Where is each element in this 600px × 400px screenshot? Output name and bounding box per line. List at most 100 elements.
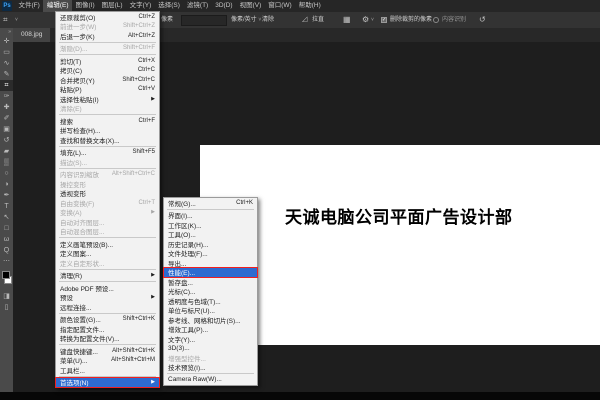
preferences-submenu-item-6[interactable]: 导出... <box>164 258 257 268</box>
edit-menu-item-32[interactable]: 键盘快捷键...Alt+Shift+Ctrl+K <box>56 346 159 356</box>
preferences-submenu-item-4[interactable]: 历史记录(H)... <box>164 239 257 249</box>
preferences-submenu-item-14[interactable]: 文字(Y)... <box>164 334 257 344</box>
menubar-item-9[interactable]: 窗口(W) <box>265 0 295 12</box>
resolution-input[interactable] <box>181 15 227 26</box>
edit-menu-item-0[interactable]: 还原裁剪(O)Ctrl+Z <box>56 12 159 22</box>
tool-preset-chevron-icon[interactable]: ˅ <box>15 12 18 28</box>
straighten-button[interactable]: 拉直 <box>312 12 324 28</box>
path-selection-tool-icon[interactable]: ↖ <box>0 212 13 223</box>
edit-menu-item-3[interactable]: 渐隐(D)...Shift+Ctrl+F <box>56 44 159 54</box>
hand-tool-icon[interactable]: ω <box>0 234 13 245</box>
edit-menu-item-4[interactable]: 剪切(T)Ctrl+X <box>56 56 159 66</box>
edit-menu-item-21[interactable]: 自动混合图层... <box>56 227 159 237</box>
edit-menu-item-25[interactable]: 清理(R)▶ <box>56 271 159 281</box>
preferences-submenu-item-5[interactable]: 文件处理(F)... <box>164 249 257 259</box>
lasso-tool-icon[interactable]: ∿ <box>0 58 13 69</box>
quick-selection-tool-icon[interactable]: ✎ <box>0 69 13 80</box>
menubar-item-0[interactable]: 文件(F) <box>15 0 43 12</box>
edit-menu-item-22[interactable]: 定义画笔预设(B)... <box>56 239 159 249</box>
type-tool-icon[interactable]: T <box>0 201 13 212</box>
preferences-submenu-item-3[interactable]: 工具(O)... <box>164 230 257 240</box>
edit-menu-item-26[interactable]: Adobe PDF 预设... <box>56 283 159 293</box>
menubar-item-7[interactable]: 3D(D) <box>212 0 236 12</box>
edit-menu-item-14[interactable]: 描边(S)... <box>56 157 159 167</box>
preferences-submenu-item-0[interactable]: 常规(G)...Ctrl+K <box>164 198 257 208</box>
edit-menu-item-28[interactable]: 远程连接... <box>56 302 159 312</box>
preferences-submenu-item-12[interactable]: 参考线、网格和切片(S)... <box>164 315 257 325</box>
edit-menu-item-10[interactable]: 搜索Ctrl+F <box>56 116 159 126</box>
menubar-item-8[interactable]: 视图(V) <box>236 0 265 12</box>
edit-menu-item-19[interactable]: 变换(A)▶ <box>56 208 159 218</box>
document-tab[interactable]: 008.jpg <box>13 28 50 42</box>
edit-menu-item-5[interactable]: 拷贝(C)Ctrl+C <box>56 66 159 76</box>
clear-button[interactable]: 清除 <box>262 12 274 28</box>
content-aware-checkbox[interactable] <box>433 17 439 23</box>
edit-menu-item-30[interactable]: 指定配置文件... <box>56 324 159 334</box>
delete-cropped-pixels-checkbox[interactable]: ✓ <box>381 17 387 23</box>
zoom-tool-icon[interactable]: Q <box>0 245 13 256</box>
edit-menu-item-9[interactable]: 清除(E) <box>56 104 159 114</box>
edit-menu-item-16[interactable]: 操控变形 <box>56 179 159 189</box>
preferences-submenu-item-15[interactable]: 3D(3)... <box>164 344 257 354</box>
preferences-submenu-item-11[interactable]: 单位与标尺(U)... <box>164 306 257 316</box>
eraser-tool-icon[interactable]: ▰ <box>0 146 13 157</box>
move-tool-icon[interactable]: ✛ <box>0 36 13 47</box>
edit-menu-item-34[interactable]: 工具栏... <box>56 365 159 375</box>
edit-menu-item-1[interactable]: 前进一步(W)Shift+Ctrl+Z <box>56 22 159 32</box>
delete-cropped-pixels-label[interactable]: 删除裁剪的像素 <box>390 12 432 28</box>
more-tools-tool-icon[interactable]: ⋯ <box>0 256 13 267</box>
preferences-submenu-item-2[interactable]: 工作区(K)... <box>164 220 257 230</box>
toolbar-collapse-icon[interactable]: » <box>0 28 13 36</box>
edit-menu-item-11[interactable]: 拼写检查(H)... <box>56 126 159 136</box>
eyedropper-tool-icon[interactable]: ✑ <box>0 91 13 102</box>
edit-menu-item-8[interactable]: 选择性粘贴(I)▶ <box>56 94 159 104</box>
preferences-submenu-item-16[interactable]: 增强型控件... <box>164 353 257 363</box>
dodge-tool-icon[interactable]: ◑ <box>0 179 13 190</box>
preferences-submenu-item-17[interactable]: 技术预览(I)... <box>164 363 257 373</box>
edit-menu-item-23[interactable]: 定义图案... <box>56 249 159 259</box>
gradient-tool-icon[interactable]: ▒ <box>0 157 13 168</box>
pen-tool-icon[interactable]: ✒ <box>0 190 13 201</box>
color-swatches[interactable] <box>0 269 13 291</box>
edit-menu-item-24[interactable]: 定义自定形状... <box>56 258 159 268</box>
brush-tool-icon[interactable]: ✐ <box>0 113 13 124</box>
preferences-submenu-item-7[interactable]: 性能(E)... <box>164 268 257 278</box>
menubar-item-6[interactable]: 滤镜(T) <box>183 0 211 12</box>
edit-menu-item-29[interactable]: 颜色设置(G)...Shift+Ctrl+K <box>56 315 159 325</box>
content-aware-label[interactable]: 内容识别 <box>442 12 466 28</box>
blur-tool-icon[interactable]: ○ <box>0 168 13 179</box>
edit-menu-item-7[interactable]: 粘贴(P)Ctrl+V <box>56 85 159 95</box>
edit-menu-item-35[interactable]: 首选项(N)▶ <box>56 378 159 388</box>
edit-menu-item-6[interactable]: 合并拷贝(Y)Shift+Ctrl+C <box>56 75 159 85</box>
marquee-tool-icon[interactable]: ▭ <box>0 47 13 58</box>
edit-menu-item-33[interactable]: 菜单(U)...Alt+Shift+Ctrl+M <box>56 356 159 366</box>
edit-menu-item-12[interactable]: 查找和替换文本(X)... <box>56 135 159 145</box>
preferences-submenu-item-10[interactable]: 透明度与色域(T)... <box>164 296 257 306</box>
crop-settings-gear-icon[interactable]: ⚙ <box>362 12 369 28</box>
edit-menu-item-15[interactable]: 内容识别缩放Alt+Shift+Ctrl+C <box>56 170 159 180</box>
spot-healing-tool-icon[interactable]: ✚ <box>0 102 13 113</box>
quick-mask-tool-icon[interactable]: ◨ <box>0 291 13 302</box>
edit-menu-item-18[interactable]: 自由变换(F)Ctrl+T <box>56 198 159 208</box>
crop-tool-icon[interactable]: ⌗ <box>0 80 13 91</box>
preferences-submenu-item-8[interactable]: 暂存盘... <box>164 277 257 287</box>
preferences-submenu-item-13[interactable]: 增效工具(P)... <box>164 325 257 335</box>
gear-chevron-icon[interactable]: ˅ <box>371 12 374 28</box>
edit-menu-item-31[interactable]: 转换为配置文件(V)... <box>56 334 159 344</box>
menubar-item-10[interactable]: 帮助(H) <box>295 0 324 12</box>
history-brush-tool-icon[interactable]: ↺ <box>0 135 13 146</box>
edit-menu-item-20[interactable]: 自动对齐图层... <box>56 217 159 227</box>
edit-menu-item-27[interactable]: 预设▶ <box>56 293 159 303</box>
edit-menu-item-17[interactable]: 透视变形 <box>56 189 159 199</box>
edit-menu-item-2[interactable]: 后退一步(K)Alt+Ctrl+Z <box>56 31 159 41</box>
screen-mode-tool-icon[interactable]: ▯ <box>0 302 13 313</box>
foreground-color-swatch[interactable] <box>2 271 10 279</box>
overlay-options-icon[interactable]: ▦ <box>343 12 351 28</box>
preferences-submenu-item-1[interactable]: 界面(I)... <box>164 211 257 221</box>
shape-tool-icon[interactable]: □ <box>0 223 13 234</box>
preferences-submenu-item-9[interactable]: 光标(C)... <box>164 287 257 297</box>
preferences-submenu-item-18[interactable]: Camera Raw(W)... <box>164 375 257 385</box>
resolution-unit-dropdown[interactable]: 像素/英寸 ˅ <box>231 12 261 28</box>
edit-menu-item-13[interactable]: 填充(L)...Shift+F5 <box>56 148 159 158</box>
straighten-icon[interactable]: ◿ <box>302 12 307 28</box>
